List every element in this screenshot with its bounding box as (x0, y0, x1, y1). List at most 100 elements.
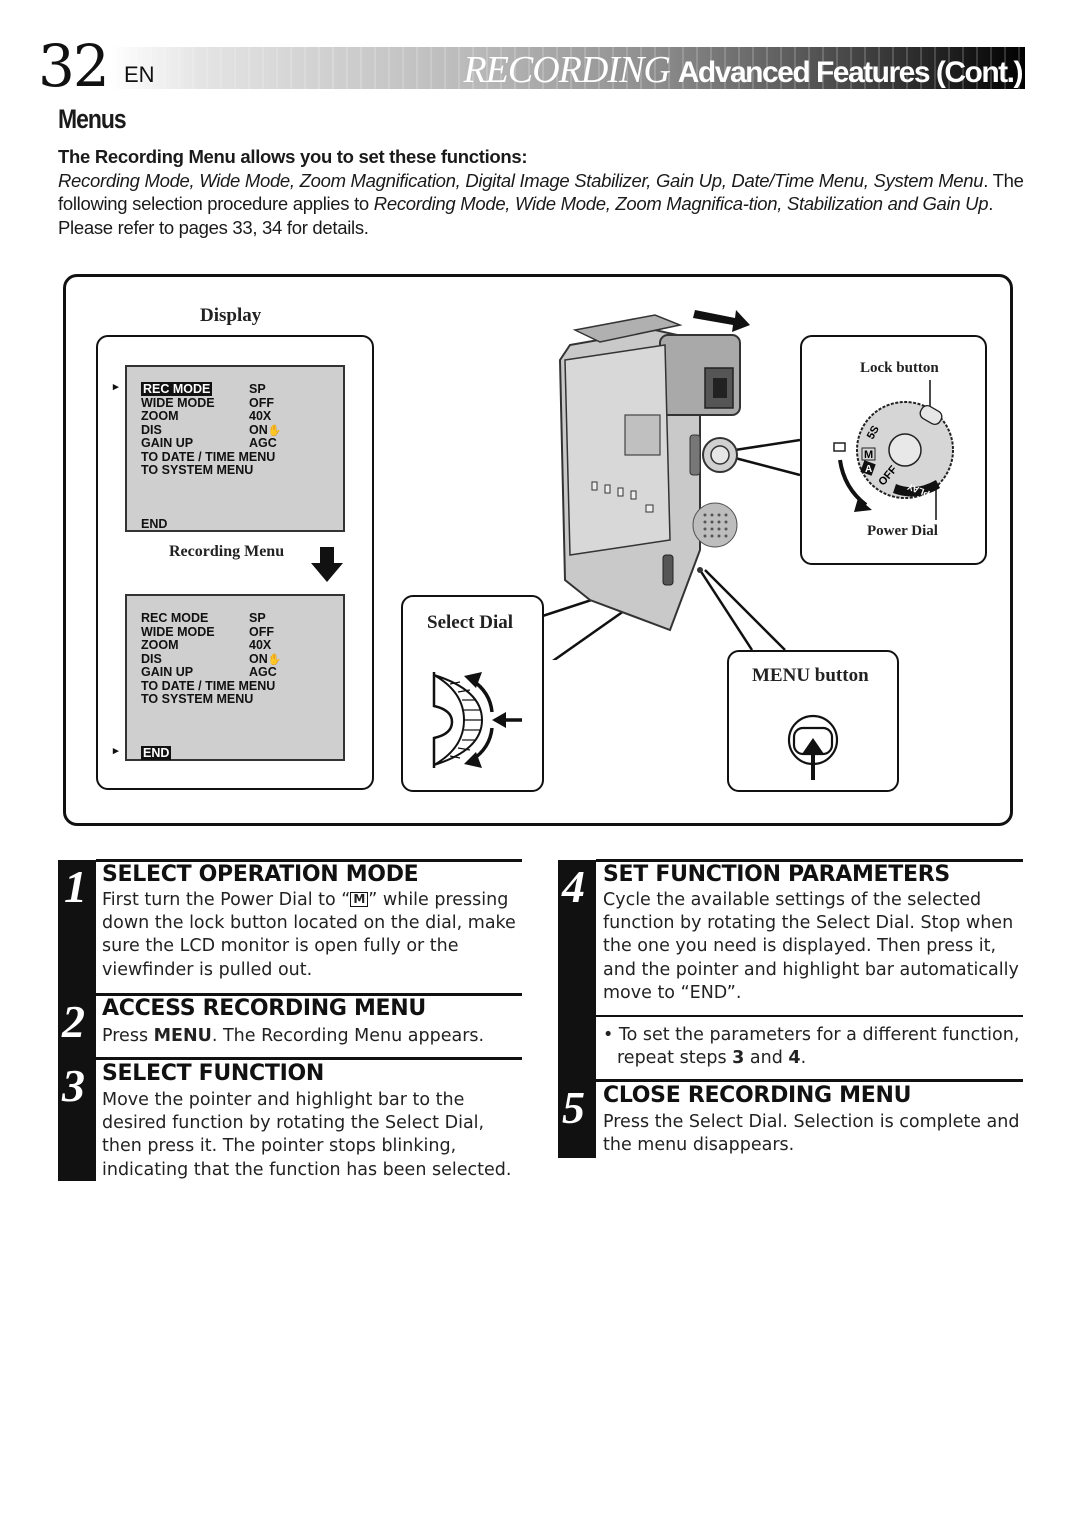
power-dial-diagram: 5S M A OFF PLAY (833, 380, 954, 520)
lcd-item: WIDE MODE (141, 624, 215, 639)
blinking-pointer-icon: ▸ (113, 381, 119, 393)
lcd-value-text: ON (249, 651, 268, 666)
intro-procedure-suffix: . (988, 193, 994, 214)
page-language: EN (124, 62, 155, 87)
lcd-row: REC MODE SP (141, 611, 266, 626)
intro-refer: Please refer to pages 33, 34 for details… (58, 216, 369, 238)
step-divider (96, 1057, 522, 1060)
page-header-title: RECORDING Advanced Features (Cont.) (463, 48, 1024, 92)
lcd-row-end: END (141, 517, 168, 532)
highlight-bar: END (141, 746, 172, 760)
lcd-item: DIS (141, 651, 162, 666)
lcd-value: 40X (249, 409, 272, 423)
intro-lead: The Recording Menu allows you to set the… (58, 146, 528, 167)
lcd-row: ZOOM 40X (141, 409, 271, 424)
recording-menu-label: Recording Menu (169, 543, 285, 560)
menu-button-label: MENU button (752, 665, 869, 686)
blinking-pointer-icon: ▸ (113, 745, 119, 757)
press-arrow-icon (492, 712, 506, 728)
step-2-body-post: . The Recording Menu appears. (211, 1026, 485, 1046)
step-2-title: ACCESS RECORDING MENU (102, 996, 426, 1021)
manual-mode-icon: M (350, 892, 369, 907)
step-2-body: Press MENU. The Recording Menu appears. (102, 1025, 527, 1048)
lcd-row: REC MODE SP (141, 382, 266, 397)
lcd-item: REC MODE (141, 611, 209, 625)
lcd-row: DIS ON✋ (141, 422, 281, 438)
lcd-value: SP (249, 382, 266, 396)
lcd-row: GAIN UP AGC (141, 436, 277, 451)
lcd-item: GAIN UP (141, 436, 194, 450)
step-1-title: SELECT OPERATION MODE (102, 862, 419, 887)
intro-functions: Recording Mode, Wide Mode, Zoom Magnific… (58, 169, 984, 191)
lcd-row: TO SYSTEM MENU (141, 692, 254, 707)
section-title: Menus (58, 104, 127, 134)
step-4-note-mid: and (744, 1048, 789, 1069)
intro-body: Recording Mode, Wide Mode, Zoom Magnific… (58, 169, 1048, 216)
step-number-1: 1 (64, 861, 87, 912)
lcd-row: WIDE MODE OFF (141, 624, 274, 640)
step-1-body-pre: First turn the Power Dial to “ (102, 890, 351, 910)
lcd-row-end: END (141, 746, 172, 761)
lcd-row: GAIN UP AGC (141, 665, 277, 680)
step-4-note-post: . (800, 1048, 807, 1069)
lcd-row: WIDE MODE OFF (141, 395, 274, 411)
step-4-note-pre: • To set the parameters for a different … (603, 1025, 1020, 1069)
step-divider (596, 1079, 1023, 1082)
lcd-row: ZOOM 40X (141, 638, 271, 653)
select-dial-label: Select Dial (427, 612, 514, 633)
intro-paragraph: The Recording Menu allows you to set the… (58, 145, 1048, 239)
lcd-item: TO SYSTEM MENU (141, 692, 254, 706)
menu-button-icon (787, 714, 839, 780)
step-number-4: 4 (562, 861, 585, 912)
step-ref-3: 3 (732, 1048, 745, 1069)
down-arrow-icon (311, 547, 343, 582)
pull-out-arrow-icon (693, 310, 750, 332)
step-4-body: Cycle the available settings of the sele… (603, 890, 1019, 1003)
lcd-screen-before: ▸ REC MODE SP WIDE MODE OFF ZOOM 40X DIS ON✋… (113, 365, 345, 532)
lcd-end: END (141, 517, 168, 531)
dial-position-a: A (865, 464, 872, 475)
lcd-item: WIDE MODE (141, 395, 215, 410)
step-ref-4: 4 (788, 1048, 801, 1069)
lcd-value: SP (249, 611, 266, 625)
lcd-value: OFF (249, 624, 274, 639)
highlight-bar: REC MODE (141, 382, 213, 396)
position-indicator-icon (833, 442, 846, 452)
lcd-value-text: ON (249, 422, 268, 437)
lock-button-label: Lock button (860, 360, 939, 376)
header-title-primary: RECORDING (463, 49, 670, 91)
stabilizer-hand-icon: ✋ (267, 653, 282, 666)
step-1-body: First turn the Power Dial to “M” while p… (102, 889, 527, 982)
lcd-item: TO DATE / TIME MENU (141, 449, 276, 464)
step-5-title: CLOSE RECORDING MENU (603, 1083, 912, 1108)
step-2-body-bold: MENU (153, 1026, 212, 1046)
step-3-body: Move the pointer and highlight bar to th… (102, 1090, 512, 1180)
select-dial-icon (432, 672, 522, 768)
step-number-2: 2 (62, 996, 85, 1047)
step-5-body: Press the Select Dial. Selection is comp… (603, 1112, 1020, 1156)
step-number-3: 3 (62, 1060, 85, 1111)
lcd-item: ZOOM (141, 638, 179, 652)
lcd-screen-after: REC MODE SP WIDE MODE OFF ZOOM 40X DIS ON✋ G… (113, 594, 345, 761)
stabilizer-hand-icon: ✋ (267, 424, 282, 437)
lcd-value: AGC (249, 436, 277, 450)
lcd-row: TO SYSTEM MENU (141, 463, 254, 478)
step-3-title: SELECT FUNCTION (102, 1061, 324, 1086)
lcd-item: DIS (141, 422, 162, 437)
lcd-item: GAIN UP (141, 665, 194, 679)
lcd-row: DIS ON✋ (141, 651, 281, 667)
display-label: Display (200, 305, 262, 326)
lcd-item: TO DATE / TIME MENU (141, 678, 276, 693)
lcd-item: TO SYSTEM MENU (141, 463, 254, 477)
page-number: 32 (38, 32, 110, 100)
dial-position-m: M (864, 449, 873, 461)
lcd-value: AGC (249, 665, 277, 679)
step-2-body-pre: Press (102, 1026, 154, 1046)
step-4-note: • To set the parameters for a different … (603, 1024, 1042, 1070)
header-title-secondary: Advanced Features (Cont.) (677, 56, 1024, 89)
intro-procedure-items: Recording Mode, Wide Mode, Zoom Magnific… (373, 193, 989, 214)
step-4-title: SET FUNCTION PARAMETERS (603, 862, 950, 887)
lcd-item: ZOOM (141, 409, 179, 423)
lcd-row: TO DATE / TIME MENU (141, 678, 276, 694)
lcd-value: 40X (249, 638, 272, 652)
